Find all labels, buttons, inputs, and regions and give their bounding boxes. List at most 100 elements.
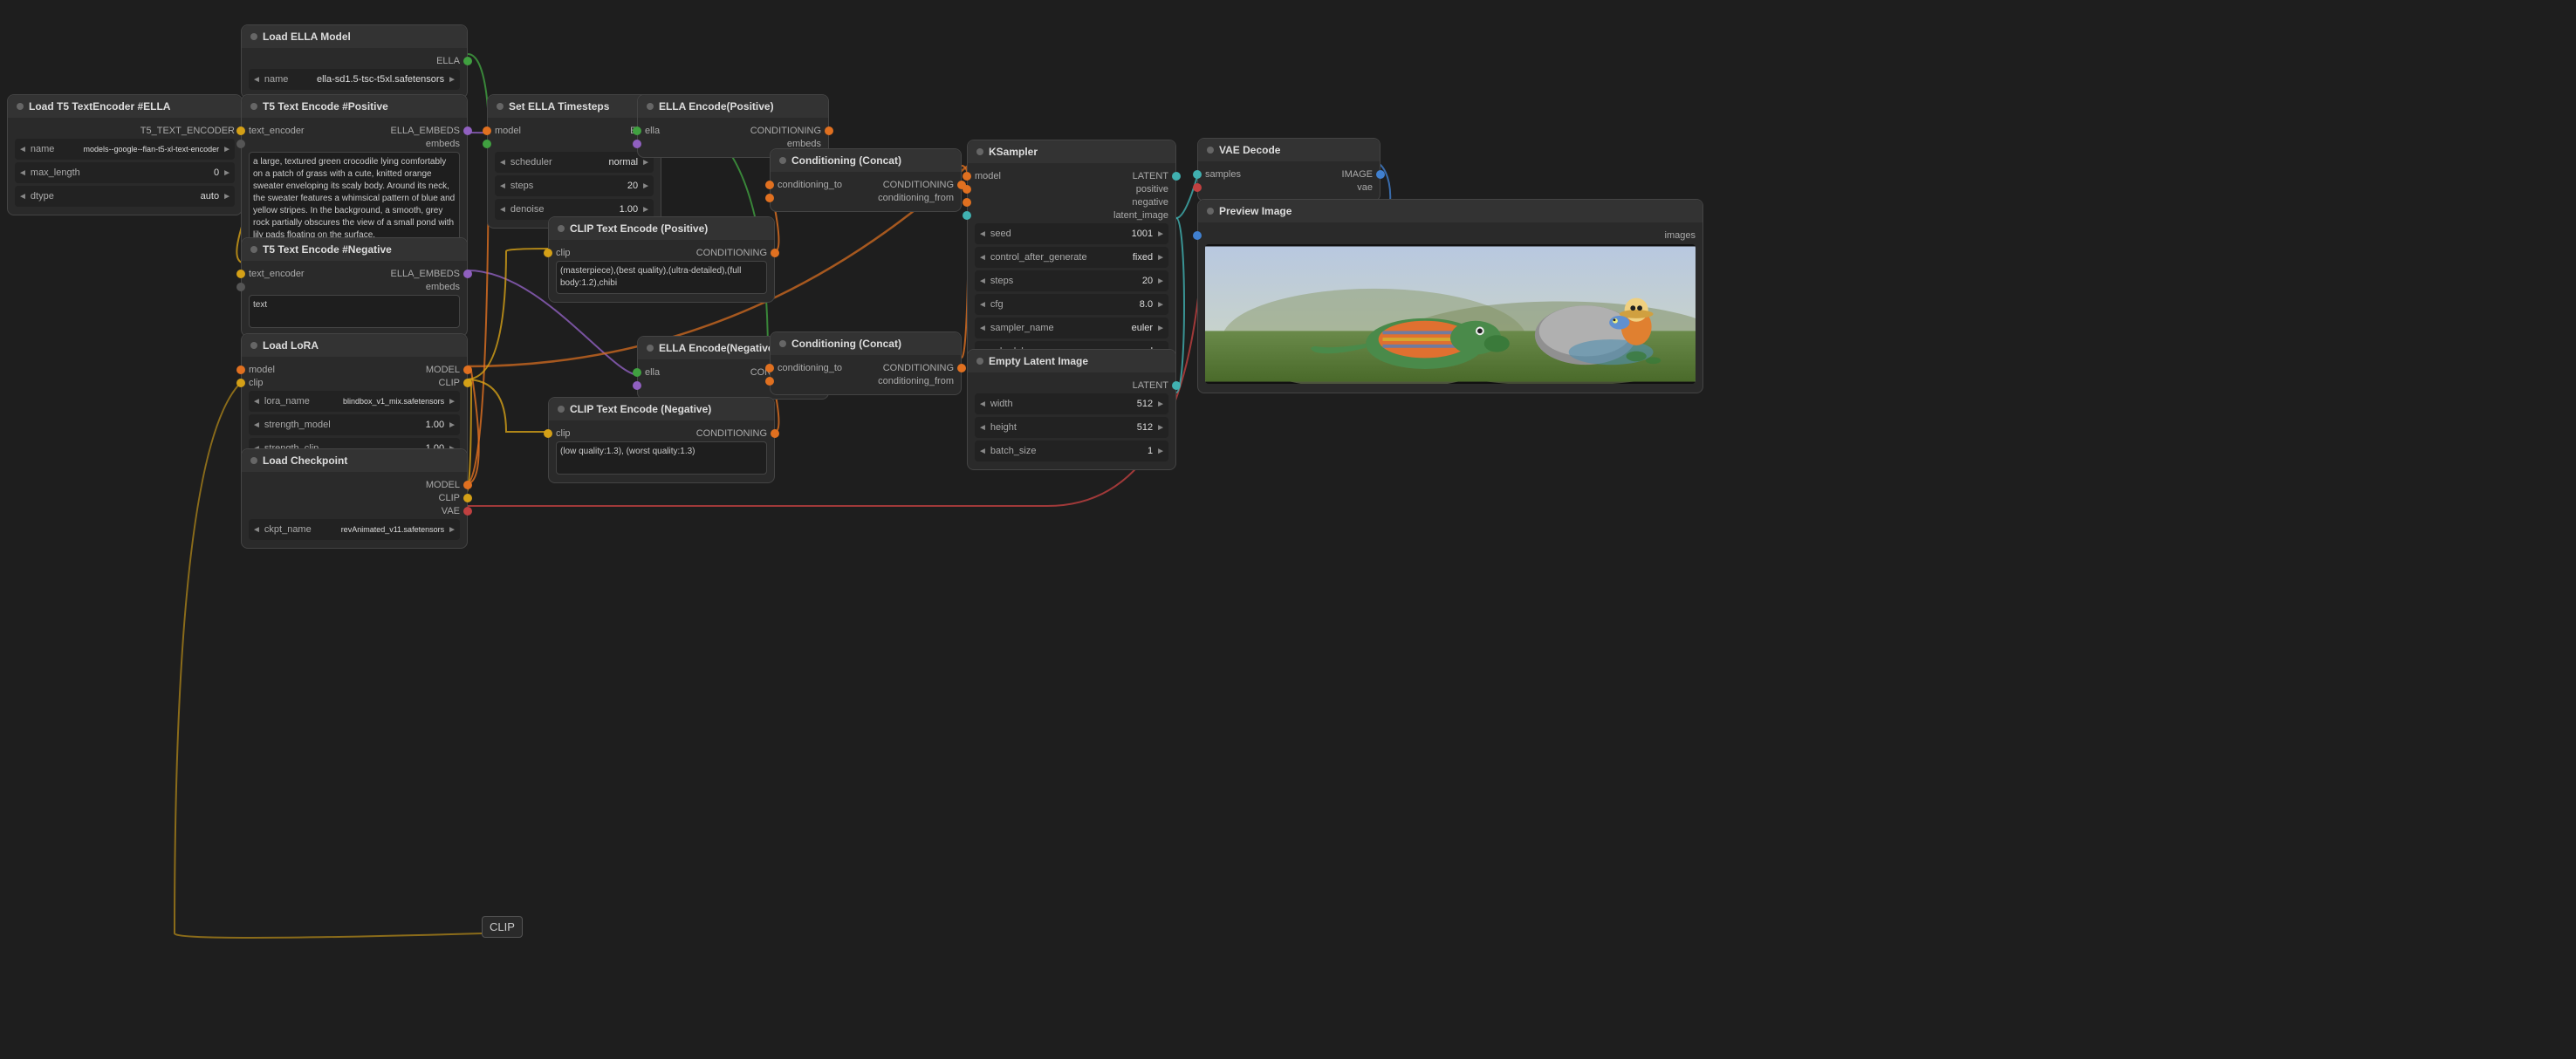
field-steps[interactable]: ◄ steps 20 ► bbox=[495, 175, 654, 196]
field-width[interactable]: ◄ width 512 ► bbox=[975, 393, 1168, 414]
node-set-ella-timesteps: Set ELLA Timesteps model ELLA ella ◄ sch… bbox=[487, 94, 661, 229]
port-out-clip[interactable] bbox=[463, 494, 472, 502]
field-seed[interactable]: ◄ seed 1001 ► bbox=[975, 223, 1168, 244]
port-out-model[interactable] bbox=[463, 481, 472, 489]
textarea-clip-neg[interactable]: (low quality:1.3), (worst quality:1.3) bbox=[556, 441, 767, 475]
port-out-cond[interactable] bbox=[957, 364, 966, 372]
port-out-model[interactable] bbox=[463, 366, 472, 374]
node-title-ella-neg: ELLA Encode(Negative) bbox=[659, 342, 778, 354]
node-status-dot bbox=[250, 342, 257, 349]
port-in-negative[interactable] bbox=[963, 198, 971, 207]
node-header-vae: VAE Decode bbox=[1198, 139, 1380, 161]
node-status-dot bbox=[17, 103, 24, 110]
field-batch-size[interactable]: ◄ batch_size 1 ► bbox=[975, 441, 1168, 461]
textarea-t5-neg[interactable]: text bbox=[249, 295, 460, 328]
port-in-clip[interactable] bbox=[544, 249, 552, 257]
port-in-model[interactable] bbox=[483, 126, 491, 135]
node-title-load-lora: Load LoRA bbox=[263, 339, 319, 352]
node-load-ella-model: Load ELLA Model ELLA ◄ name ella-sd1.5-t… bbox=[241, 24, 468, 99]
field-ckpt-name[interactable]: ◄ ckpt_name revAnimated_v11.safetensors … bbox=[249, 519, 460, 540]
port-in-ella[interactable] bbox=[483, 140, 491, 148]
textarea-t5-pos[interactable]: a large, textured green crocodile lying … bbox=[249, 152, 460, 246]
arrow-right[interactable]: ► bbox=[448, 75, 456, 85]
node-title-clip-neg: CLIP Text Encode (Negative) bbox=[570, 403, 711, 415]
node-clip-text-encode-neg: CLIP Text Encode (Negative) clip CONDITI… bbox=[548, 397, 775, 483]
node-clip-text-encode-pos: CLIP Text Encode (Positive) clip CONDITI… bbox=[548, 216, 775, 303]
textarea-clip-pos[interactable]: (masterpiece),(best quality),(ultra-deta… bbox=[556, 261, 767, 294]
port-in-vae[interactable] bbox=[1193, 183, 1202, 192]
canvas: Load ELLA Model ELLA ◄ name ella-sd1.5-t… bbox=[0, 0, 2576, 1059]
node-status-dot bbox=[250, 103, 257, 110]
preview-svg bbox=[1205, 244, 1696, 384]
node-status-dot bbox=[779, 157, 786, 164]
node-title-cond-neg: Conditioning (Concat) bbox=[791, 338, 901, 350]
port-in-embeds[interactable] bbox=[633, 140, 641, 148]
port-out-latent[interactable] bbox=[1172, 172, 1181, 181]
node-status-dot bbox=[250, 33, 257, 40]
arrow-left[interactable]: ◄ bbox=[252, 75, 261, 85]
field-ella-name[interactable]: ◄ name ella-sd1.5-tsc-t5xl.safetensors ► bbox=[249, 69, 460, 90]
port-out-image[interactable] bbox=[1376, 170, 1385, 179]
port-out-ella-embeds[interactable] bbox=[463, 126, 472, 135]
node-header-empty-latent: Empty Latent Image bbox=[968, 350, 1175, 372]
field-strength-model[interactable]: ◄ strength_model 1.00 ► bbox=[249, 414, 460, 435]
port-in-cond-to[interactable] bbox=[765, 364, 774, 372]
port-in-ella[interactable] bbox=[633, 126, 641, 135]
port-in-cond-to[interactable] bbox=[765, 181, 774, 189]
port-out-latent[interactable] bbox=[1172, 381, 1181, 390]
port-out-clip[interactable] bbox=[463, 379, 472, 387]
clip-label-bottom: CLIP bbox=[482, 916, 523, 938]
port-in-model[interactable] bbox=[963, 172, 971, 181]
node-load-lora: Load LoRA model MODEL clip CLIP ◄ lora_n… bbox=[241, 333, 468, 468]
node-status-dot bbox=[1207, 208, 1214, 215]
port-in-clip[interactable] bbox=[236, 379, 245, 387]
node-title-clip-pos: CLIP Text Encode (Positive) bbox=[570, 222, 708, 235]
node-header-cond-pos: Conditioning (Concat) bbox=[771, 149, 961, 172]
node-preview-image: Preview Image images bbox=[1197, 199, 1703, 393]
field-scheduler[interactable]: ◄ scheduler normal ► bbox=[495, 152, 654, 173]
port-out-cond[interactable] bbox=[771, 429, 779, 438]
node-status-dot bbox=[647, 103, 654, 110]
port-in-samples[interactable] bbox=[1193, 170, 1202, 179]
node-header-clip-neg: CLIP Text Encode (Negative) bbox=[549, 398, 774, 420]
node-header-load-ckpt: Load Checkpoint bbox=[242, 449, 467, 472]
node-header-set-ella: Set ELLA Timesteps bbox=[488, 95, 661, 118]
field-height[interactable]: ◄ height 512 ► bbox=[975, 417, 1168, 438]
port-out-ella-embeds-neg[interactable] bbox=[463, 270, 472, 278]
port-in-clip[interactable] bbox=[544, 429, 552, 438]
port-in-latent[interactable] bbox=[963, 211, 971, 220]
field-t5-maxlen[interactable]: ◄ max_length 0 ► bbox=[15, 162, 235, 183]
port-in-ella[interactable] bbox=[633, 368, 641, 377]
node-header-preview: Preview Image bbox=[1198, 200, 1702, 222]
node-cond-concat-neg: Conditioning (Concat) conditioning_to CO… bbox=[770, 331, 962, 395]
port-out-vae[interactable] bbox=[463, 507, 472, 516]
field-k-steps[interactable]: ◄ steps 20 ► bbox=[975, 270, 1168, 291]
node-header-ella-pos: ELLA Encode(Positive) bbox=[638, 95, 828, 118]
field-t5-name[interactable]: ◄ name models--google--flan-t5-xl-text-e… bbox=[15, 139, 235, 160]
port-in-model[interactable] bbox=[236, 366, 245, 374]
node-status-dot bbox=[647, 345, 654, 352]
node-title-set-ella: Set ELLA Timesteps bbox=[509, 100, 609, 113]
port-in-text-encoder[interactable] bbox=[236, 126, 245, 135]
node-status-dot bbox=[250, 246, 257, 253]
port-in-cond-from[interactable] bbox=[765, 377, 774, 386]
field-label-name: name bbox=[261, 74, 313, 85]
port-in-embeds[interactable] bbox=[633, 381, 641, 390]
field-t5-dtype[interactable]: ◄ dtype auto ► bbox=[15, 186, 235, 207]
node-title-vae: VAE Decode bbox=[1219, 144, 1280, 156]
field-sampler-name[interactable]: ◄ sampler_name euler ► bbox=[975, 318, 1168, 338]
field-cfg[interactable]: ◄ cfg 8.0 ► bbox=[975, 294, 1168, 315]
port-out-cond[interactable] bbox=[771, 249, 779, 257]
node-title-load-t5: Load T5 TextEncoder #ELLA bbox=[29, 100, 170, 113]
port-in-cond-from[interactable] bbox=[765, 194, 774, 202]
field-lora-name[interactable]: ◄ lora_name blindbox_v1_mix.safetensors … bbox=[249, 391, 460, 412]
port-in-text-encoder[interactable] bbox=[236, 270, 245, 278]
node-header-ksampler: KSampler bbox=[968, 140, 1175, 163]
port-in-positive[interactable] bbox=[963, 185, 971, 194]
node-header-load-t5: Load T5 TextEncoder #ELLA bbox=[8, 95, 242, 118]
port-out-cond[interactable] bbox=[825, 126, 833, 135]
field-control-after[interactable]: ◄ control_after_generate fixed ► bbox=[975, 247, 1168, 268]
port-in-images[interactable] bbox=[1193, 231, 1202, 240]
port-out-ella[interactable] bbox=[463, 57, 472, 65]
node-title-load-ella: Load ELLA Model bbox=[263, 31, 351, 43]
